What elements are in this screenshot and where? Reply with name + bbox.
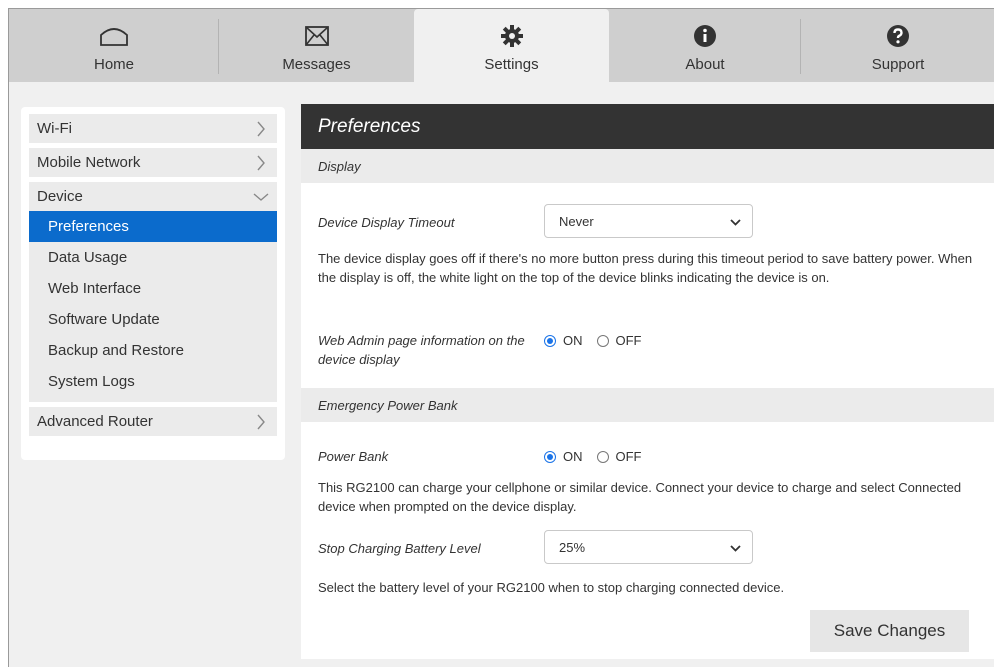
chevron-down-icon [730,540,741,555]
webadmin-off-label: OFF [615,333,642,348]
tab-messages-label: Messages [282,56,351,73]
stop-charging-value: 25% [559,539,586,555]
display-timeout-description: The device display goes off if there's n… [318,251,973,285]
tab-home[interactable]: Home [9,9,219,82]
settings-sidebar: Wi-Fi Mobile Network Device Preferences … [21,107,285,460]
webadmin-off-radio[interactable]: OFF [596,333,642,348]
app-frame: Home Messages Settings About Support Wi-… [8,8,994,667]
home-icon [99,23,129,49]
chevron-down-icon [253,189,269,205]
webadmin-on-radio[interactable]: ON [544,333,583,348]
tab-support[interactable]: Support [801,9,994,82]
webadmin-info-radio-group: ON OFF [544,333,642,348]
info-icon [693,23,717,49]
radio-selected-icon [544,334,556,347]
sidebar-item-label: Mobile Network [37,154,141,171]
page-title: Preferences [301,104,994,149]
question-icon [886,23,910,49]
chevron-down-icon [730,214,741,229]
power-bank-on-label: ON [563,449,583,464]
radio-selected-icon [544,450,556,463]
tab-about[interactable]: About [609,9,801,82]
sidebar-item-preferences[interactable]: Preferences [29,211,277,242]
section-display-header: Display [301,149,994,183]
tab-support-label: Support [871,56,925,73]
power-bank-off-label: OFF [615,449,642,464]
webadmin-info-label: Web Admin page information on the device… [318,333,525,367]
tab-home-label: Home [93,56,134,73]
sidebar-item-advanced-router[interactable]: Advanced Router [29,407,277,436]
sidebar-item-software-update[interactable]: Software Update [29,304,277,335]
sidebar-item-mobile-network[interactable]: Mobile Network [29,148,277,177]
tab-messages[interactable]: Messages [219,9,414,82]
sidebar-item-label: Advanced Router [37,413,153,430]
top-navigation: Home Messages Settings About Support [9,9,994,82]
power-bank-label: Power Bank [318,449,389,464]
sidebar-item-label: Wi-Fi [37,120,72,137]
sidebar-group-mobile-network: Mobile Network [29,148,277,177]
chevron-right-icon [253,121,269,137]
webadmin-on-label: ON [563,333,583,348]
sidebar-item-system-logs[interactable]: System Logs [29,366,277,397]
radio-unselected-icon [596,334,609,347]
section-power-bank-header: Emergency Power Bank [301,388,994,422]
display-timeout-value: Never [559,213,594,229]
sidebar-group-wifi: Wi-Fi [29,114,277,143]
chevron-right-icon [253,414,269,430]
tab-about-label: About [685,56,725,73]
sidebar-item-label: Device [37,188,83,205]
chevron-right-icon [253,155,269,171]
preferences-panel: Preferences Display Device Display Timeo… [301,104,994,659]
sidebar-item-backup-restore[interactable]: Backup and Restore [29,335,277,366]
display-timeout-select[interactable]: Never [544,204,753,238]
sidebar-item-wifi[interactable]: Wi-Fi [29,114,277,143]
power-bank-on-radio[interactable]: ON [544,449,583,464]
sidebar-item-web-interface[interactable]: Web Interface [29,273,277,304]
sidebar-item-data-usage[interactable]: Data Usage [29,242,277,273]
power-bank-off-radio[interactable]: OFF [596,449,642,464]
device-submenu: Preferences Data Usage Web Interface Sof… [29,211,277,402]
sidebar-group-device: Device Preferences Data Usage Web Interf… [29,182,277,402]
tab-settings[interactable]: Settings [414,9,609,82]
envelope-icon [304,23,329,49]
radio-unselected-icon [596,450,609,463]
tab-settings-label: Settings [484,56,539,73]
power-bank-radio-group: ON OFF [544,449,642,464]
stop-charging-select[interactable]: 25% [544,530,753,564]
sidebar-item-device[interactable]: Device [29,182,277,211]
power-bank-description: This RG2100 can charge your cellphone or… [318,480,962,514]
sidebar-group-advanced-router: Advanced Router [29,407,277,436]
display-timeout-label: Device Display Timeout [318,215,455,230]
save-changes-button[interactable]: Save Changes [810,610,969,652]
stop-charging-label: Stop Charging Battery Level [318,541,481,556]
stop-charging-description: Select the battery level of your RG2100 … [318,580,785,595]
gear-icon [500,23,524,49]
